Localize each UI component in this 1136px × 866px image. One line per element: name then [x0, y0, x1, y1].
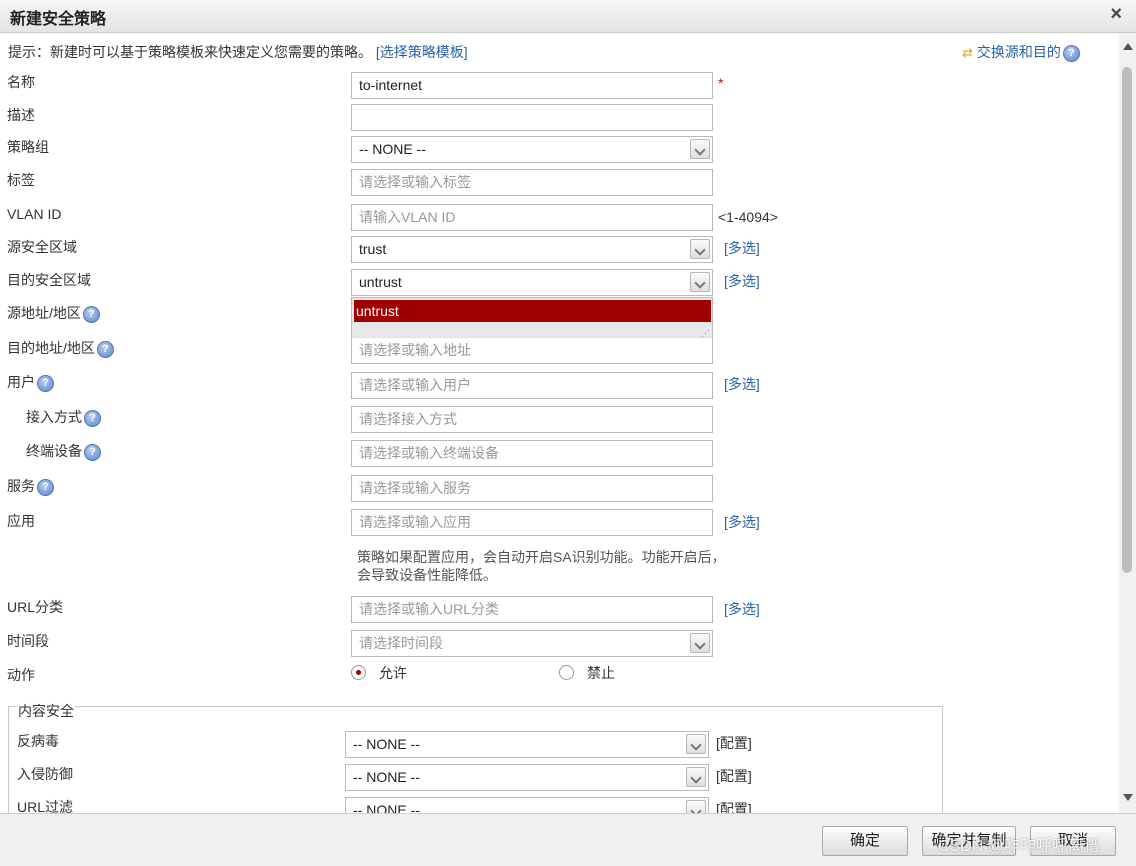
swap-arrows-icon: ⇄	[962, 45, 973, 60]
select-template-link[interactable]: [选择策略模板]	[376, 44, 468, 60]
src-zone-select[interactable]: trust	[351, 236, 713, 263]
vlan-id-label: VLAN ID	[7, 206, 62, 222]
src-zone-multi-link[interactable]: [多选]	[724, 238, 760, 258]
url-category-label: URL分类	[7, 599, 64, 615]
service-input[interactable]: 请选择或输入服务	[351, 475, 713, 502]
allow-radio[interactable]	[351, 665, 366, 680]
tag-input[interactable]: 请选择或输入标签	[351, 169, 713, 196]
chevron-down-icon[interactable]	[686, 767, 706, 787]
tag-label: 标签	[7, 172, 35, 188]
swap-src-dst-link[interactable]: ⇄ 交换源和目的?	[962, 42, 1080, 62]
hint-message: 提示：新建时可以基于策略模板来快速定义您需要的策略。	[8, 44, 372, 60]
dst-addr-label-text: 目的地址/地区	[7, 340, 95, 356]
chevron-down-icon[interactable]	[690, 139, 710, 159]
chevron-down-icon[interactable]	[690, 633, 710, 653]
close-icon[interactable]: ×	[1110, 3, 1122, 26]
chevron-down-icon[interactable]	[686, 734, 706, 754]
policy-group-value: -- NONE --	[359, 141, 426, 157]
dst-zone-value: untrust	[359, 274, 402, 290]
src-addr-label-text: 源地址/地区	[7, 305, 81, 321]
user-multi-link[interactable]: [多选]	[724, 374, 760, 394]
application-note: 策略如果配置应用，会自动开启SA识别功能。功能开启后，会导致设备性能降低。	[357, 549, 726, 583]
description-input[interactable]	[351, 104, 713, 131]
ips-value: -- NONE --	[353, 769, 420, 785]
required-mark: *	[718, 75, 724, 91]
url-filter-select[interactable]: -- NONE --	[345, 797, 709, 813]
vlan-id-input[interactable]: 请输入VLAN ID	[351, 204, 713, 231]
ips-label: 入侵防御	[17, 766, 73, 782]
antivirus-select[interactable]: -- NONE --	[345, 731, 709, 758]
swap-label: 交换源和目的	[976, 44, 1061, 60]
src-zone-value: trust	[359, 241, 387, 257]
url-category-multi-link[interactable]: [多选]	[724, 599, 760, 619]
src-zone-label: 源安全区域	[7, 239, 77, 255]
dialog-titlebar: 新建安全策略 ×	[0, 0, 1136, 33]
dst-zone-multi-link[interactable]: [多选]	[724, 271, 760, 291]
access-mode-input[interactable]: 请选择接入方式	[351, 406, 713, 433]
service-label: 服务?	[7, 476, 54, 496]
deny-radio[interactable]	[559, 665, 574, 680]
dst-zone-dropdown-list: untrust ⋰	[351, 297, 713, 341]
access-mode-label: 接入方式?	[26, 407, 101, 427]
help-icon[interactable]: ?	[37, 374, 54, 392]
service-label-text: 服务	[7, 478, 35, 494]
chevron-down-icon[interactable]	[690, 272, 710, 292]
application-multi-link[interactable]: [多选]	[724, 512, 760, 532]
src-addr-label: 源地址/地区?	[7, 303, 100, 323]
vlan-range-hint: <1-4094>	[718, 209, 778, 225]
time-range-placeholder: 请选择时间段	[359, 635, 443, 651]
name-input[interactable]: to-internet	[351, 72, 713, 99]
deny-label: 禁止	[587, 665, 615, 681]
url-filter-value: -- NONE --	[353, 802, 420, 813]
terminal-label-text: 终端设备	[26, 443, 82, 459]
user-label-text: 用户	[7, 374, 35, 390]
terminal-label: 终端设备?	[26, 441, 101, 461]
dropdown-option[interactable]: untrust	[354, 300, 711, 322]
antivirus-config-link[interactable]: [配置]	[716, 733, 752, 753]
help-icon[interactable]: ?	[84, 443, 101, 461]
policy-group-label: 策略组	[7, 139, 49, 155]
help-icon[interactable]: ?	[96, 340, 114, 358]
user-label: 用户?	[7, 372, 54, 392]
ips-select[interactable]: -- NONE --	[345, 764, 709, 791]
time-range-label: 时间段	[7, 633, 49, 649]
ok-button[interactable]: 确定	[822, 826, 908, 856]
hint-text: 提示：新建时可以基于策略模板来快速定义您需要的策略。 [选择策略模板]	[8, 42, 468, 62]
help-icon[interactable]: ?	[37, 478, 54, 496]
dst-zone-select[interactable]: untrust	[351, 269, 713, 296]
chevron-down-icon[interactable]	[686, 800, 706, 813]
name-label: 名称	[7, 74, 35, 90]
dst-addr-input[interactable]: 请选择或输入地址	[351, 337, 713, 364]
url-filter-label: URL过滤	[17, 799, 74, 813]
url-filter-config-link[interactable]: [配置]	[716, 799, 752, 813]
dst-zone-label: 目的安全区域	[7, 272, 91, 288]
scroll-thumb[interactable]	[1122, 67, 1132, 573]
user-input[interactable]: 请选择或输入用户	[351, 372, 713, 399]
action-label: 动作	[7, 667, 35, 683]
content-security-legend: 内容安全	[17, 701, 75, 721]
policy-group-select[interactable]: -- NONE --	[351, 136, 713, 163]
dst-addr-label: 目的地址/地区?	[7, 338, 114, 358]
application-label: 应用	[7, 513, 35, 529]
antivirus-label: 反病毒	[17, 733, 59, 749]
scroll-down-icon[interactable]	[1123, 794, 1133, 801]
antivirus-value: -- NONE --	[353, 736, 420, 752]
scroll-up-icon[interactable]	[1123, 43, 1133, 50]
chevron-down-icon[interactable]	[690, 239, 710, 259]
time-range-select[interactable]: 请选择时间段	[351, 630, 713, 657]
help-icon[interactable]: ?	[1062, 44, 1080, 62]
vertical-scrollbar[interactable]	[1119, 33, 1136, 813]
ips-config-link[interactable]: [配置]	[716, 766, 752, 786]
description-label: 描述	[7, 107, 35, 123]
help-icon[interactable]: ?	[82, 305, 100, 323]
application-input[interactable]: 请选择或输入应用	[351, 509, 713, 536]
url-category-input[interactable]: 请选择或输入URL分类	[351, 596, 713, 623]
help-icon[interactable]: ?	[84, 409, 101, 427]
dialog-title: 新建安全策略	[10, 11, 107, 28]
dialog-content: 提示：新建时可以基于策略模板来快速定义您需要的策略。 [选择策略模板] ⇄ 交换源…	[0, 33, 1120, 813]
watermark: CSDN @咋咋呼呼离谱	[938, 838, 1101, 855]
terminal-input[interactable]: 请选择或输入终端设备	[351, 440, 713, 467]
access-mode-label-text: 接入方式	[26, 409, 82, 425]
allow-label: 允许	[379, 665, 407, 681]
